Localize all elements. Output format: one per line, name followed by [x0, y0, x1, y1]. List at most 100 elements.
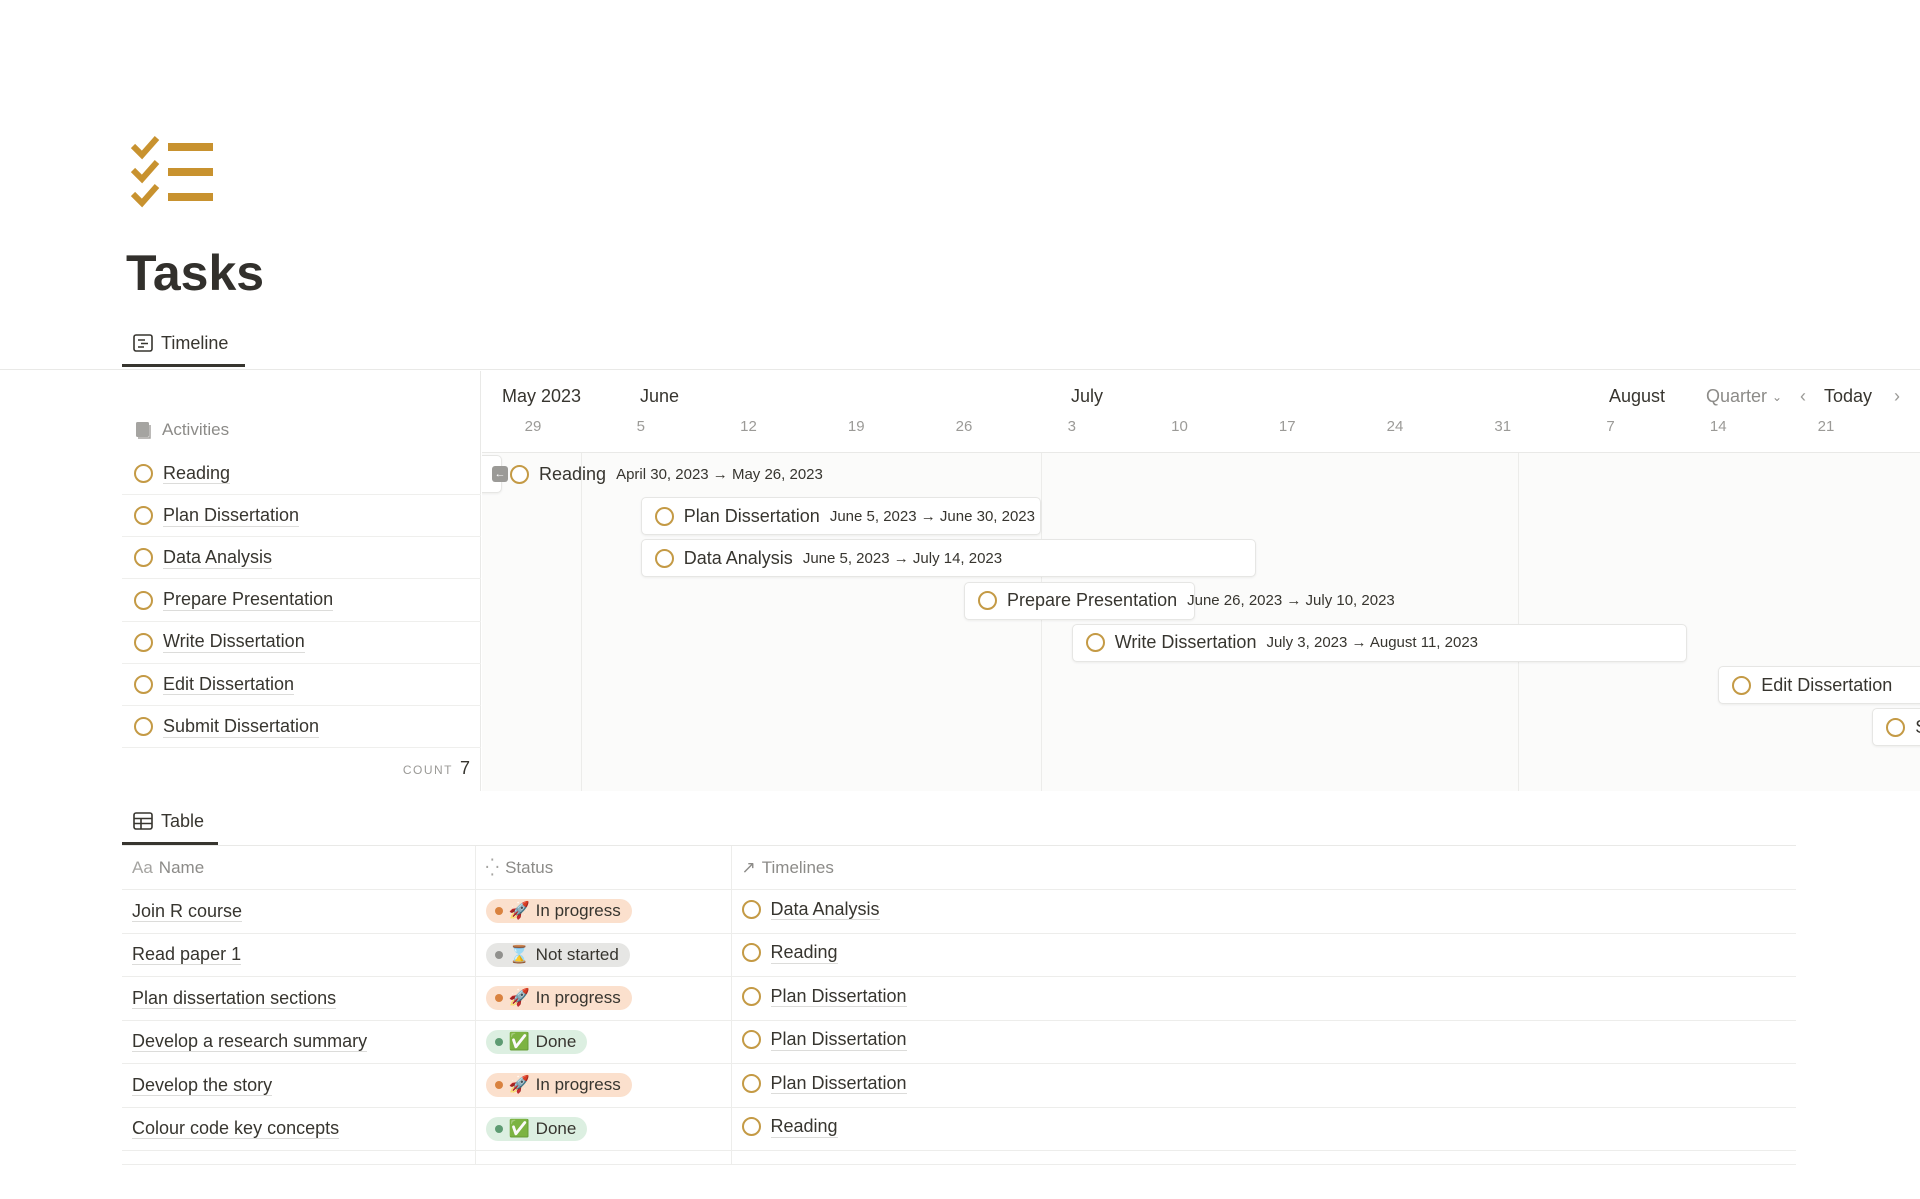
timeline-canvas[interactable]: May 2023 June July August 29 5 12 19 26 3 10 17… — [482, 371, 1920, 791]
timeline-header: May 2023 June July August 29 5 12 19 26 3 10 17… — [482, 371, 1920, 453]
row-name[interactable]: Develop the story — [132, 1074, 273, 1096]
prev-icon[interactable]: ‹ — [1800, 386, 1806, 407]
relation-link[interactable]: Plan Dissertation — [770, 1029, 907, 1051]
status-emoji-icon: ✅ — [508, 1031, 530, 1051]
month-boundary — [1041, 453, 1042, 791]
table-row[interactable]: Colour code key concepts ✅ Done Reading — [122, 1107, 1796, 1151]
status-badge: ⌛ Not started — [485, 942, 630, 967]
table-row[interactable]: Join R course 🚀 In progress Data Analysis — [122, 889, 1796, 934]
timelines-cell[interactable]: Reading — [730, 933, 1796, 977]
today-button[interactable]: Today — [1824, 386, 1872, 407]
text-icon: Aa — [132, 857, 153, 877]
timeline-row[interactable]: Edit Dissertation — [122, 664, 481, 706]
count-footer: COUNT 7 — [403, 758, 470, 779]
table-row[interactable]: Read paper 1 ⌛ Not started Reading — [122, 933, 1796, 977]
circle-status-icon — [1085, 633, 1105, 653]
relation-link[interactable]: Plan Dissertation — [770, 1073, 907, 1095]
timeline-icon — [133, 334, 153, 352]
bar-title: Prepare Presentation — [1007, 590, 1178, 611]
row-name[interactable]: Develop a research summary — [132, 1031, 368, 1053]
name-cell[interactable]: Develop a research summary — [122, 1020, 475, 1064]
status-badge: ✅ Done — [485, 1029, 588, 1054]
relation-link[interactable]: Plan Dissertation — [770, 986, 907, 1008]
month-boundary — [581, 453, 582, 791]
timelines-cell[interactable]: Plan Dissertation — [730, 1063, 1796, 1108]
row-name[interactable]: Colour code key concepts — [132, 1118, 340, 1140]
table-row[interactable]: Plan dissertation sections 🚀 In progress … — [122, 976, 1796, 1021]
row-name[interactable]: Plan dissertation sections — [132, 987, 337, 1009]
status-emoji-icon: 🚀 — [508, 1075, 530, 1095]
circle-status-icon — [134, 590, 153, 610]
circle-status-icon — [741, 899, 761, 919]
status-label: In progress — [535, 1075, 621, 1095]
timeline-row[interactable]: Reading — [122, 453, 481, 495]
tab-table[interactable]: Table — [133, 806, 204, 836]
timelines-cell[interactable]: Plan Dissertation — [730, 1020, 1796, 1064]
row-name[interactable]: Join R course — [132, 900, 243, 922]
name-cell[interactable]: Develop the story — [122, 1063, 475, 1108]
row-title[interactable]: Plan Dissertation — [163, 505, 300, 527]
row-title[interactable]: Edit Dissertation — [163, 674, 295, 696]
bar-label: ← Reading April 30, 2023 → May 26, 2023 — [492, 455, 823, 493]
column-header-name[interactable]: Aa Name — [122, 846, 475, 890]
count-value: 7 — [459, 758, 470, 778]
month-boundary — [1518, 453, 1519, 791]
tab-label: Table — [161, 810, 205, 831]
column-header-timelines[interactable]: ↗ Timelines — [730, 846, 1796, 890]
scroll-to-start-icon[interactable]: ← — [492, 466, 508, 482]
tab-timeline[interactable]: Timeline — [133, 328, 228, 358]
circle-status-icon — [510, 464, 529, 484]
column-header-status[interactable]: ⁛ Status — [474, 846, 731, 890]
timeline-left-panel: Activities Reading Plan Dissertation Data … — [122, 371, 481, 791]
timeline-row[interactable]: Prepare Presentation — [122, 580, 481, 622]
status-label: In progress — [535, 901, 621, 921]
month-label: June — [640, 386, 680, 406]
month-label: August — [1609, 386, 1666, 406]
status-label: Done — [535, 1031, 577, 1051]
status-cell[interactable]: 🚀 In progress — [474, 976, 731, 1021]
day-tick: 14 — [1709, 418, 1727, 435]
table-row[interactable]: Develop the story 🚀 In progress Plan Diss… — [122, 1063, 1796, 1108]
bar-label: Data Analysis June 5, 2023 → July 14, 202… — [654, 539, 1003, 577]
timeline-row[interactable]: Submit Dissertation — [122, 706, 481, 749]
status-badge: 🚀 In progress — [485, 899, 632, 924]
row-name[interactable]: Read paper 1 — [132, 944, 242, 966]
name-cell[interactable]: Plan dissertation sections — [122, 976, 475, 1021]
table-row[interactable]: Develop a research summary ✅ Done Plan Di… — [122, 1020, 1796, 1064]
status-cell[interactable]: ✅ Done — [474, 1020, 731, 1064]
relation-link[interactable]: Reading — [770, 1116, 838, 1138]
row-title[interactable]: Write Dissertation — [163, 631, 305, 654]
group-label: Activities — [162, 420, 230, 439]
timelines-cell[interactable]: Plan Dissertation — [730, 976, 1796, 1021]
name-cell[interactable]: Colour code key concepts — [122, 1107, 475, 1151]
circle-status-icon — [654, 506, 674, 526]
status-cell[interactable]: ✅ Done — [474, 1107, 731, 1151]
tasks-table: Aa Name ⁛ Status ↗ Timelines Join R course … — [122, 846, 1796, 1165]
status-label: Done — [535, 1118, 577, 1138]
timelines-cell[interactable]: Data Analysis — [730, 889, 1796, 934]
bar-label: Write Dissertation July 3, 2023 → August … — [1085, 624, 1478, 662]
status-cell[interactable]: 🚀 In progress — [474, 889, 731, 934]
status-cell[interactable]: ⌛ Not started — [474, 933, 731, 977]
name-cell[interactable]: Join R course — [122, 889, 475, 934]
relation-link[interactable]: Data Analysis — [770, 899, 880, 921]
row-title[interactable]: Prepare Presentation — [163, 589, 334, 611]
circle-status-icon — [1886, 717, 1906, 737]
status-dot-icon — [494, 907, 503, 916]
name-cell[interactable]: Read paper 1 — [122, 933, 475, 977]
timeline-row[interactable]: Write Dissertation — [122, 622, 481, 664]
status-emoji-icon: 🚀 — [508, 988, 530, 1008]
relation-link[interactable]: Reading — [770, 942, 838, 964]
next-icon[interactable]: › — [1894, 386, 1900, 407]
row-title[interactable]: Submit Dissertation — [163, 716, 320, 738]
timeline-row[interactable]: Plan Dissertation — [122, 495, 481, 538]
circle-status-icon — [741, 943, 761, 963]
circle-status-icon — [1732, 675, 1752, 695]
zoom-select[interactable]: Quarter ⌄ — [1696, 386, 1783, 407]
bar-dates: June 5, 2023 → July 14, 2023 — [802, 549, 1003, 567]
row-title[interactable]: Data Analysis — [163, 547, 273, 569]
status-cell[interactable]: 🚀 In progress — [474, 1063, 731, 1108]
timelines-cell[interactable]: Reading — [730, 1107, 1796, 1151]
row-title[interactable]: Reading — [163, 463, 231, 485]
timeline-row[interactable]: Data Analysis — [122, 537, 481, 580]
